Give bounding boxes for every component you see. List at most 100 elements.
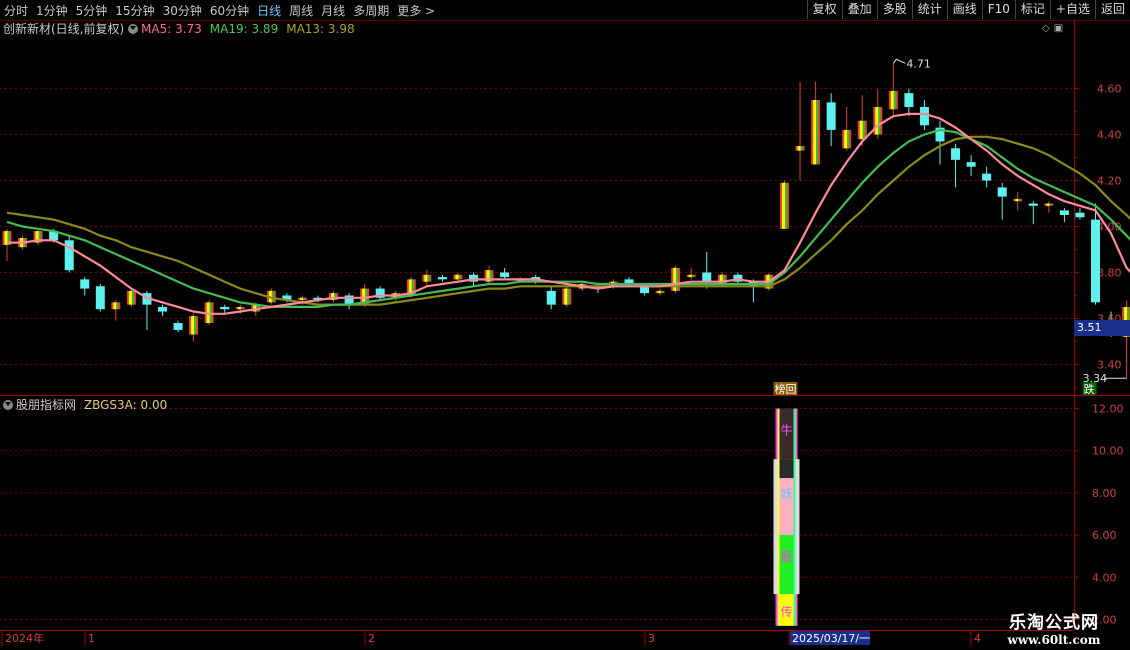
candle-body — [1059, 210, 1069, 215]
candle-body — [904, 93, 914, 107]
ma5-line — [7, 112, 1130, 315]
candle-body-stripe — [890, 90, 894, 110]
signal-char: 股 — [781, 550, 793, 564]
candle-body-stripe — [847, 129, 850, 149]
candle-body — [220, 306, 230, 310]
indicator-title: 股朋指标网 ZBGS3A: 0.00 — [3, 397, 167, 413]
high-pointer — [892, 58, 906, 64]
price-tick-label: 3.40 — [1097, 358, 1122, 371]
candle-body-stripe — [116, 302, 119, 310]
candle-body-stripe — [1018, 198, 1021, 202]
candle-body — [951, 148, 961, 160]
indicator-tick-label: 8.00 — [1092, 487, 1117, 500]
signal-char: 传 — [781, 604, 793, 619]
candle-body-stripe — [813, 100, 817, 165]
ma-label: MA19: 3.89 — [209, 22, 279, 36]
stock-name: 创新新材(日线,前复权) — [3, 22, 125, 36]
time-cursor-label: 2025/03/17/一 — [792, 632, 870, 645]
signal-band — [795, 459, 800, 595]
signal-band — [773, 459, 778, 595]
candle-body — [158, 306, 167, 312]
candle-body-stripe — [458, 274, 461, 280]
candle-body-stripe — [455, 274, 459, 280]
candle-body-stripe — [240, 306, 243, 310]
candle-body-stripe — [1015, 198, 1019, 202]
indicator-name[interactable]: 股朋指标网 — [16, 398, 76, 412]
candle-body-stripe — [299, 297, 303, 301]
signal-char: 牛 — [781, 423, 793, 438]
candle-body-stripe — [334, 293, 337, 301]
ma-label: MA13: 3.98 — [286, 22, 355, 36]
indicator-tick-label: 6.00 — [1092, 529, 1117, 542]
indicator-value: ZBGS3A: 0.00 — [83, 398, 168, 412]
candle-body-stripe — [128, 290, 132, 305]
time-axis-label: 2 — [368, 632, 375, 645]
candle-body — [1091, 219, 1100, 303]
marker-die: 跌 — [1084, 382, 1095, 396]
candle-body-stripe — [862, 120, 865, 140]
ma-settings-icon[interactable] — [128, 24, 139, 34]
candle-body-stripe — [564, 288, 568, 305]
candle-body-stripe — [859, 120, 863, 140]
candle-body — [966, 162, 976, 167]
candle-body — [919, 106, 929, 126]
candle-body-stripe — [657, 290, 661, 294]
candle-body-stripe — [782, 182, 785, 229]
candle-body-stripe — [691, 274, 694, 278]
indicator-settings-icon[interactable] — [3, 400, 13, 410]
high-price-label: 4.71 — [906, 57, 931, 70]
price-tick-label: 4.60 — [1097, 83, 1122, 96]
time-axis-label: 4 — [974, 632, 981, 645]
candle-body-stripe — [660, 290, 663, 294]
signal-char: 妖 — [781, 487, 793, 501]
candle-body-stripe — [800, 146, 803, 151]
ma-label: MA5: 3.73 — [141, 22, 202, 36]
chart-canvas: 4.604.404.204.003.803.603.4012.0010.008.… — [0, 20, 1130, 646]
candle-body-stripe — [785, 182, 787, 229]
candle-body-stripe — [113, 302, 117, 310]
candle-body-stripe — [191, 316, 195, 335]
price-tick-label: 4.20 — [1097, 175, 1122, 188]
maximize-icon[interactable]: ▣ — [1054, 22, 1063, 36]
candle-body-stripe — [424, 274, 428, 282]
candle-body — [95, 286, 105, 310]
candle-body-stripe — [673, 267, 677, 291]
candle-body-stripe — [1049, 203, 1052, 206]
time-axis-label: 2024年 — [5, 631, 44, 645]
candle-body-stripe — [893, 90, 896, 110]
candle-body — [546, 290, 556, 305]
diamond-icon[interactable]: ◇ — [1042, 22, 1050, 36]
candle-body-stripe — [676, 267, 679, 291]
candle-body-stripe — [131, 290, 134, 305]
candle-body-stripe — [797, 146, 801, 151]
candle-body-stripe — [209, 302, 212, 324]
candle-body — [500, 272, 510, 278]
panel-controls: ◇ ▣ — [1042, 22, 1063, 36]
candle-body — [997, 187, 1007, 197]
candle-body-stripe — [875, 106, 879, 135]
candle-body-stripe — [878, 106, 881, 135]
watermark-url: www.60lt.com — [1007, 633, 1101, 647]
time-axis-label: 3 — [648, 632, 655, 645]
indicator-tick-label: 4.00 — [1092, 571, 1117, 584]
time-axis-label: 1 — [88, 632, 95, 645]
candle-body — [437, 277, 447, 280]
ma-legend: MA5: 3.73 MA19: 3.89 MA13: 3.98 — [141, 22, 363, 36]
signal-stripe — [777, 408, 780, 626]
candle-body — [982, 173, 992, 181]
indicator-tick-label: 10.00 — [1092, 445, 1124, 458]
signal-stripe — [793, 408, 796, 626]
candle-body — [1075, 212, 1085, 218]
signal-segment — [779, 535, 794, 595]
candle-body-stripe — [1046, 203, 1050, 206]
current-price-tag: 3.51 — [1074, 320, 1130, 336]
candle-body — [702, 272, 712, 282]
candle-body — [173, 323, 183, 330]
ma19-line — [6, 128, 1130, 308]
watermark-title: 乐淘公式网 — [1009, 613, 1099, 633]
marker-bang: 榜回 — [775, 382, 797, 396]
candle-body — [80, 279, 90, 289]
indicator-tick-label: 12.00 — [1092, 403, 1124, 416]
candle-body-stripe — [194, 316, 197, 335]
watermark: 乐淘公式网 www.60lt.com — [994, 608, 1114, 647]
